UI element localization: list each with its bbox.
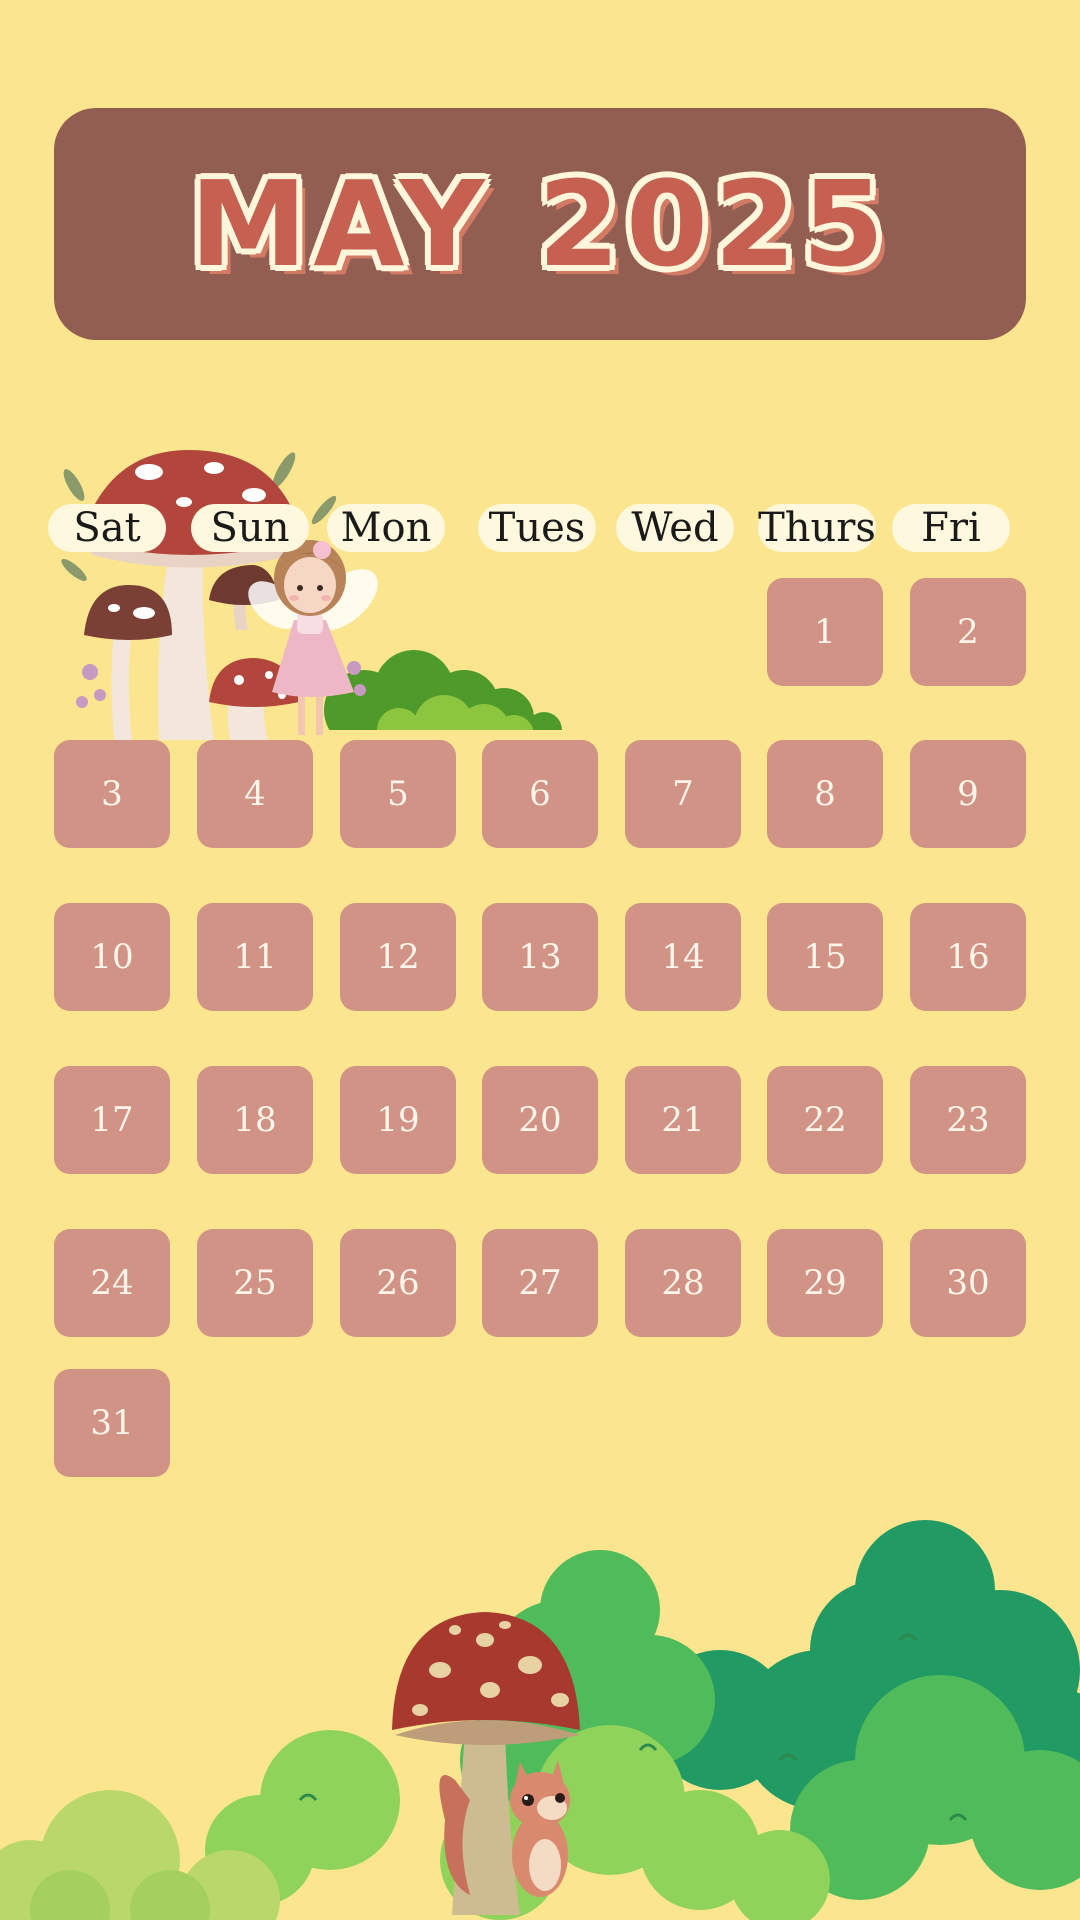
forest-bushes-illustration [0, 1520, 1080, 1920]
weekday-label: Mon [327, 504, 445, 552]
day-cell[interactable]: 5 [340, 740, 456, 848]
weekday-label: Tues [478, 504, 596, 552]
day-cell[interactable]: 3 [54, 740, 170, 848]
day-cell[interactable]: 12 [340, 903, 456, 1011]
day-cell[interactable]: 25 [197, 1229, 313, 1337]
day-cell[interactable]: 10 [54, 903, 170, 1011]
day-cell[interactable]: 27 [482, 1229, 598, 1337]
day-cell[interactable]: 6 [482, 740, 598, 848]
day-cell[interactable]: 15 [767, 903, 883, 1011]
day-cell[interactable]: 11 [197, 903, 313, 1011]
day-cell[interactable]: 16 [910, 903, 1026, 1011]
day-cell[interactable]: 19 [340, 1066, 456, 1174]
day-cell[interactable]: 14 [625, 903, 741, 1011]
day-cell[interactable]: 23 [910, 1066, 1026, 1174]
day-cell[interactable]: 13 [482, 903, 598, 1011]
weekday-label: Wed [616, 504, 734, 552]
day-cell[interactable]: 7 [625, 740, 741, 848]
day-cell[interactable]: 31 [54, 1369, 170, 1477]
day-cell[interactable]: 24 [54, 1229, 170, 1337]
day-cell[interactable]: 29 [767, 1229, 883, 1337]
day-cell[interactable]: 20 [482, 1066, 598, 1174]
weekday-label: Sat [48, 504, 166, 552]
day-cell[interactable]: 17 [54, 1066, 170, 1174]
month-title: MAY 2025 [189, 155, 891, 293]
day-cell[interactable]: 22 [767, 1066, 883, 1174]
day-cell[interactable]: 30 [910, 1229, 1026, 1337]
day-cell[interactable]: 26 [340, 1229, 456, 1337]
day-cell[interactable]: 4 [197, 740, 313, 848]
weekday-label: Thurs [758, 504, 876, 552]
day-cell[interactable]: 21 [625, 1066, 741, 1174]
day-cell[interactable]: 28 [625, 1229, 741, 1337]
day-cell[interactable]: 2 [910, 578, 1026, 686]
day-cell[interactable]: 18 [197, 1066, 313, 1174]
mushroom-fairy-illustration [54, 450, 574, 750]
weekday-label: Sun [191, 504, 309, 552]
month-banner: MAY 2025 [54, 108, 1026, 340]
day-cell[interactable]: 8 [767, 740, 883, 848]
day-cell[interactable]: 1 [767, 578, 883, 686]
day-cell[interactable]: 9 [910, 740, 1026, 848]
weekday-label: Fri [892, 504, 1010, 552]
